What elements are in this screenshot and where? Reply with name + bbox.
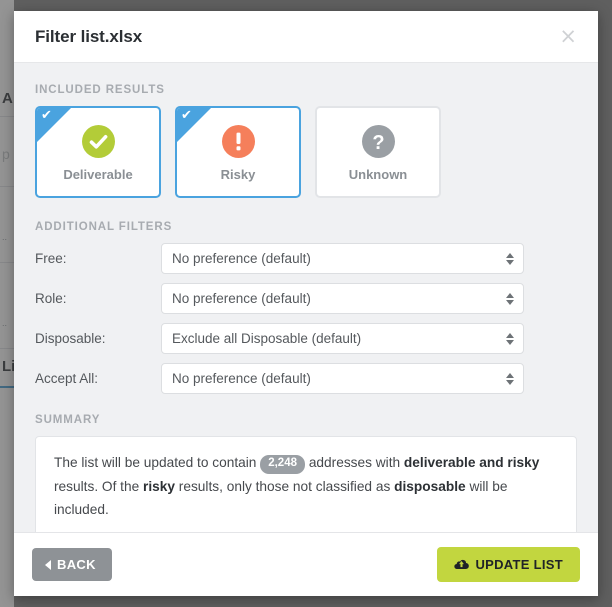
- summary-box: The list will be updated to contain 2,24…: [35, 436, 577, 532]
- filter-row-free: Free: No preference (default): [35, 243, 577, 274]
- result-card-label: Unknown: [348, 166, 408, 182]
- free-select[interactable]: No preference (default): [161, 243, 524, 274]
- disposable-select-value: Exclude all Disposable (default): [172, 331, 362, 346]
- free-select-value: No preference (default): [172, 251, 311, 266]
- back-button-label: BACK: [57, 557, 96, 572]
- summary-text-part-3: results. Of the: [54, 478, 140, 494]
- filter-label-free: Free:: [35, 251, 67, 266]
- accept-all-select-value: No preference (default): [172, 371, 311, 386]
- role-select[interactable]: No preference (default): [161, 283, 524, 314]
- summary-text: The list will be updated to contain 2,24…: [54, 451, 558, 522]
- chevron-left-icon: [45, 559, 51, 570]
- summary-text-part-4: results, only those not classified as: [178, 478, 391, 494]
- exclamation-circle-icon: [221, 124, 255, 158]
- cloud-upload-icon: [454, 558, 470, 571]
- check-icon: ✔: [41, 108, 52, 123]
- filter-list-modal: Filter list.xlsx × INCLUDED RESULTS ✔ De…: [14, 11, 598, 596]
- summary-text-part-2: addresses with: [308, 455, 401, 470]
- result-card-unknown[interactable]: ✔ ? Unknown: [315, 106, 441, 198]
- page-title: Filter list.xlsx: [35, 26, 143, 46]
- svg-text:?: ?: [372, 132, 384, 154]
- role-select-value: No preference (default): [172, 291, 311, 306]
- result-card-deliverable[interactable]: ✔ Deliverable: [35, 106, 161, 198]
- included-results-cards: ✔ Deliverable ✔ Risky ? Unknown: [35, 106, 577, 198]
- modal-header: Filter list.xlsx ×: [14, 11, 598, 63]
- back-button[interactable]: BACK: [32, 548, 112, 581]
- filter-label-role: Role:: [35, 291, 67, 306]
- check-circle-icon: [81, 124, 115, 158]
- check-icon: ✔: [181, 108, 192, 123]
- accept-all-select[interactable]: No preference (default): [161, 363, 524, 394]
- summary-emphasis-2: risky: [143, 478, 175, 494]
- close-icon[interactable]: ×: [555, 24, 581, 49]
- additional-filters-section-label: ADDITIONAL FILTERS: [35, 221, 173, 233]
- select-arrows-icon: [506, 292, 514, 305]
- included-results-section-label: INCLUDED RESULTS: [35, 84, 165, 96]
- question-circle-icon: ?: [361, 124, 395, 158]
- select-arrows-icon: [506, 332, 514, 345]
- filter-label-disposable: Disposable:: [35, 331, 106, 346]
- summary-section: SUMMARY The list will be updated to cont…: [35, 414, 577, 532]
- select-arrows-icon: [506, 252, 514, 265]
- result-card-risky[interactable]: ✔ Risky: [175, 106, 301, 198]
- modal-footer: BACK UPDATE LIST: [14, 532, 598, 596]
- modal-body: INCLUDED RESULTS ✔ Deliverable ✔ Risky ?…: [14, 63, 598, 532]
- update-list-button[interactable]: UPDATE LIST: [437, 547, 580, 582]
- filter-label-accept-all: Accept All:: [35, 371, 99, 386]
- filter-row-accept-all: Accept All: No preference (default): [35, 363, 577, 394]
- result-card-label: Risky: [220, 166, 256, 182]
- status-badge: 2,248: [260, 455, 305, 474]
- summary-text-part-1: The list will be updated to contain: [54, 455, 257, 470]
- disposable-select[interactable]: Exclude all Disposable (default): [161, 323, 524, 354]
- summary-emphasis-3: disposable: [394, 478, 466, 494]
- summary-section-label: SUMMARY: [35, 414, 101, 426]
- filter-row-disposable: Disposable: Exclude all Disposable (defa…: [35, 323, 577, 354]
- update-list-button-label: UPDATE LIST: [475, 557, 563, 572]
- summary-emphasis-1: deliverable and risky: [403, 455, 540, 470]
- result-card-label: Deliverable: [63, 166, 133, 182]
- filter-row-role: Role: No preference (default): [35, 283, 577, 314]
- select-arrows-icon: [506, 372, 514, 385]
